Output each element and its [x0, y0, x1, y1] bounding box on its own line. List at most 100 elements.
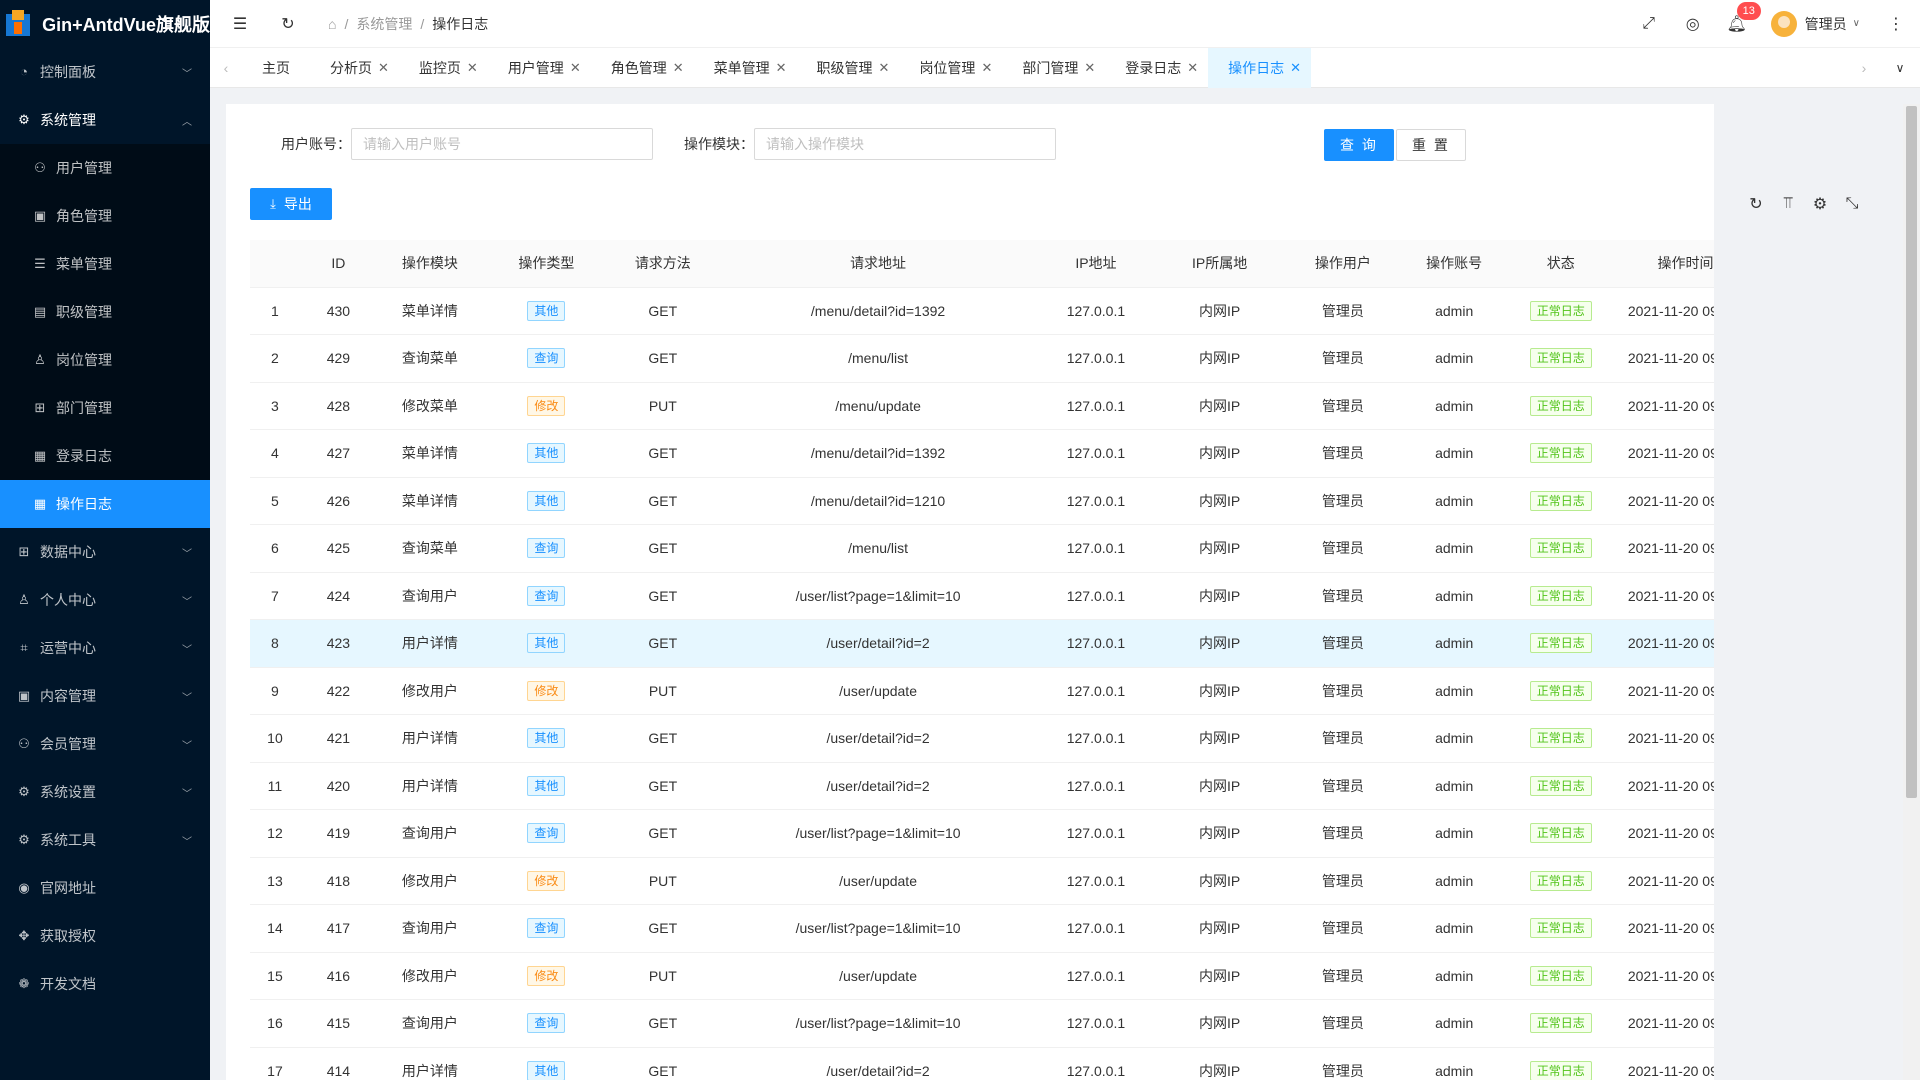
- sidebar-item-operations[interactable]: ⌗ 运营中心 ﹀: [0, 624, 210, 672]
- setting-icon[interactable]: ⚙: [1804, 188, 1836, 220]
- scrollbar[interactable]: [1903, 104, 1920, 1080]
- sidebar-item-website[interactable]: ◉ 官网地址: [0, 864, 210, 912]
- fullscreen-icon[interactable]: ⤡: [1836, 188, 1868, 220]
- sidebar-item-settings[interactable]: ⚙ 系统设置 ﹀: [0, 768, 210, 816]
- table-row[interactable]: 12 419 查询用户 查询 GET/user/list?page=1&limit=10…: [250, 809, 1714, 858]
- sidebar-item-login-log[interactable]: ▦ 登录日志: [0, 432, 210, 480]
- tabs-scroll-right-icon[interactable]: ›: [1848, 48, 1880, 88]
- table-row[interactable]: 5 426 菜单详情 其他 GET/menu/detail?id=1210 127.0.0…: [250, 477, 1714, 525]
- tab-level-manage[interactable]: 职级管理 ✕: [797, 48, 900, 88]
- close-icon[interactable]: ✕: [1290, 60, 1301, 76]
- sidebar-item-level-manage[interactable]: ▤ 职级管理: [0, 288, 210, 336]
- login-log-icon: ▦: [33, 448, 47, 463]
- more-vertical-icon[interactable]: ⋮: [1872, 0, 1920, 48]
- table-cell: 2021-11-20 09:10:08: [1611, 1047, 1714, 1080]
- close-icon[interactable]: ✕: [1187, 60, 1198, 76]
- sidebar-item-dept-manage[interactable]: ⊞ 部门管理: [0, 384, 210, 432]
- tab-oper-log[interactable]: 操作日志 ✕: [1208, 47, 1312, 88]
- sidebar-item-dashboard[interactable]: ◔ 控制面板 ﹀: [0, 48, 210, 96]
- sidebar-item-user-manage[interactable]: ⚇ 用户管理: [0, 144, 210, 192]
- close-icon[interactable]: ✕: [1084, 60, 1095, 76]
- close-icon[interactable]: ✕: [776, 60, 787, 76]
- table-row[interactable]: 8 423 用户详情 其他 GET/user/detail?id=2 127.0.0.1 内…: [250, 619, 1714, 668]
- sidebar-item-docs[interactable]: ❁ 开发文档: [0, 960, 210, 1008]
- table-row[interactable]: 13 418 修改用户 修改 PUT/user/update 127.0.0.1 内网IP 管…: [250, 857, 1714, 905]
- table-cell: 425: [299, 524, 377, 573]
- query-button[interactable]: 查 询: [1324, 129, 1394, 161]
- table-row[interactable]: 9 422 修改用户 修改 PUT/user/update 127.0.0.1 内网IP 管理…: [250, 667, 1714, 715]
- sidebar-item-tools[interactable]: ⚙ 系统工具 ﹀: [0, 816, 210, 864]
- tab-menu-manage[interactable]: 菜单管理 ✕: [694, 48, 797, 88]
- table-row[interactable]: 14 417 查询用户 查询 GET/user/list?page=1&limit=10…: [250, 904, 1714, 953]
- table-row[interactable]: 16 415 查询用户 查询 GET/user/list?page=1&limit=10…: [250, 999, 1714, 1048]
- close-icon[interactable]: ✕: [467, 60, 478, 76]
- tab-user-manage[interactable]: 用户管理 ✕: [488, 48, 591, 88]
- module-input[interactable]: [754, 128, 1056, 160]
- table-cell: 修改: [482, 667, 610, 715]
- refresh-icon[interactable]: ↻: [1740, 188, 1772, 220]
- sidebar: Gin+AntdVue旗舰版 ◔ 控制面板 ﹀ ⚙ 系统管理 ︿ ⚇ 用户管理 …: [0, 0, 210, 1080]
- sidebar-item-member[interactable]: ⚇ 会员管理 ﹀: [0, 720, 210, 768]
- sidebar-item-license[interactable]: ✥ 获取授权: [0, 912, 210, 960]
- scrollbar-thumb[interactable]: [1906, 106, 1917, 798]
- tab-post-manage[interactable]: 岗位管理 ✕: [899, 48, 1002, 88]
- table-row[interactable]: 1 430 菜单详情 其他 GET/menu/detail?id=1392 127.0.0…: [250, 287, 1714, 335]
- table-cell: 内网IP: [1151, 619, 1288, 668]
- sidebar-item-oper-log[interactable]: ▦ 操作日志: [0, 480, 210, 528]
- table-row[interactable]: 17 414 用户详情 其他 GET/user/detail?id=2 127.0.0.1…: [250, 1047, 1714, 1080]
- reset-button[interactable]: 重 置: [1396, 129, 1466, 161]
- table-cell: 正常日志: [1510, 334, 1612, 383]
- sidebar-item-role-manage[interactable]: ▣ 角色管理: [0, 192, 210, 240]
- tab-home[interactable]: 主页: [242, 48, 310, 88]
- close-icon[interactable]: ✕: [879, 60, 890, 76]
- menu-fold-icon[interactable]: ☰: [216, 0, 264, 48]
- table-row[interactable]: 11 420 用户详情 其他 GET/user/detail?id=2 127.0.0.1…: [250, 762, 1714, 810]
- sidebar-item-personal[interactable]: ♙ 个人中心 ﹀: [0, 576, 210, 624]
- sidebar-item-label: 数据中心: [40, 544, 96, 560]
- table-row[interactable]: 3 428 修改菜单 修改 PUT/menu/update 127.0.0.1 内网IP 管理…: [250, 382, 1714, 430]
- export-button[interactable]: ⤓ 导出: [250, 188, 332, 220]
- table-cell: 127.0.0.1: [1040, 477, 1152, 525]
- user-dropdown[interactable]: 管理员 ∨: [1759, 0, 1872, 48]
- tab-role-manage[interactable]: 角色管理 ✕: [591, 48, 694, 88]
- close-icon[interactable]: ✕: [981, 60, 992, 76]
- table-row[interactable]: 7 424 查询用户 查询 GET/user/list?page=1&limit=10 1…: [250, 572, 1714, 620]
- breadcrumb-item[interactable]: 系统管理: [356, 14, 412, 34]
- sidebar-item-post-manage[interactable]: ♙ 岗位管理: [0, 336, 210, 384]
- table-row[interactable]: 4 427 菜单详情 其他 GET/menu/detail?id=1392 127.0.0…: [250, 429, 1714, 478]
- tabs-dropdown-icon[interactable]: ∨: [1880, 48, 1920, 88]
- notification-bell-icon[interactable]: 🔔︎ 13: [1715, 0, 1761, 48]
- table-row[interactable]: 2 429 查询菜单 查询 GET/menu/list 127.0.0.1 内网IP 管理员 a…: [250, 334, 1714, 383]
- home-icon[interactable]: ⌂: [328, 16, 336, 32]
- tab-monitor[interactable]: 监控页 ✕: [399, 48, 488, 88]
- account-input[interactable]: [351, 128, 653, 160]
- column-header: ID: [299, 240, 377, 288]
- table-cell: 管理员: [1287, 904, 1399, 953]
- tab-login-log[interactable]: 登录日志 ✕: [1105, 48, 1208, 88]
- app-logo[interactable]: Gin+AntdVue旗舰版: [0, 0, 210, 48]
- tabs-scroll-left-icon[interactable]: ‹: [210, 48, 242, 88]
- tab-analysis[interactable]: 分析页 ✕: [310, 48, 399, 88]
- column-header-sortable[interactable]: 操作时间⬍: [1611, 240, 1714, 288]
- table-cell: 正常日志: [1510, 904, 1612, 953]
- sidebar-item-system[interactable]: ⚙ 系统管理 ︿: [0, 96, 210, 144]
- column-height-icon[interactable]: ⫪: [1772, 188, 1804, 220]
- fullscreen-icon[interactable]: ⤢: [1627, 0, 1671, 48]
- language-icon[interactable]: ◎: [1671, 0, 1715, 48]
- table-row[interactable]: 6 425 查询菜单 查询 GET/menu/list 127.0.0.1 内网IP 管理员 a…: [250, 524, 1714, 573]
- table-cell: 127.0.0.1: [1040, 619, 1152, 668]
- sidebar-item-menu-manage[interactable]: ☰ 菜单管理: [0, 240, 210, 288]
- refresh-icon[interactable]: ↻: [264, 0, 312, 48]
- status-badge: 正常日志: [1529, 395, 1592, 416]
- user-icon: ♙: [18, 592, 30, 607]
- table-cell: GET: [609, 429, 716, 478]
- sidebar-item-data-center[interactable]: ⊞ 数据中心 ﹀: [0, 528, 210, 576]
- close-icon[interactable]: ✕: [570, 60, 581, 76]
- table-row[interactable]: 10 421 用户详情 其他 GET/user/detail?id=2 127.0.0.1…: [250, 714, 1714, 763]
- table-cell: GET: [609, 334, 716, 383]
- tab-dept-manage[interactable]: 部门管理 ✕: [1002, 48, 1105, 88]
- table-row[interactable]: 15 416 修改用户 修改 PUT/user/update 127.0.0.1 内网IP 管…: [250, 952, 1714, 1000]
- sidebar-item-content[interactable]: ▣ 内容管理 ﹀: [0, 672, 210, 720]
- close-icon[interactable]: ✕: [378, 60, 389, 76]
- close-icon[interactable]: ✕: [673, 60, 684, 76]
